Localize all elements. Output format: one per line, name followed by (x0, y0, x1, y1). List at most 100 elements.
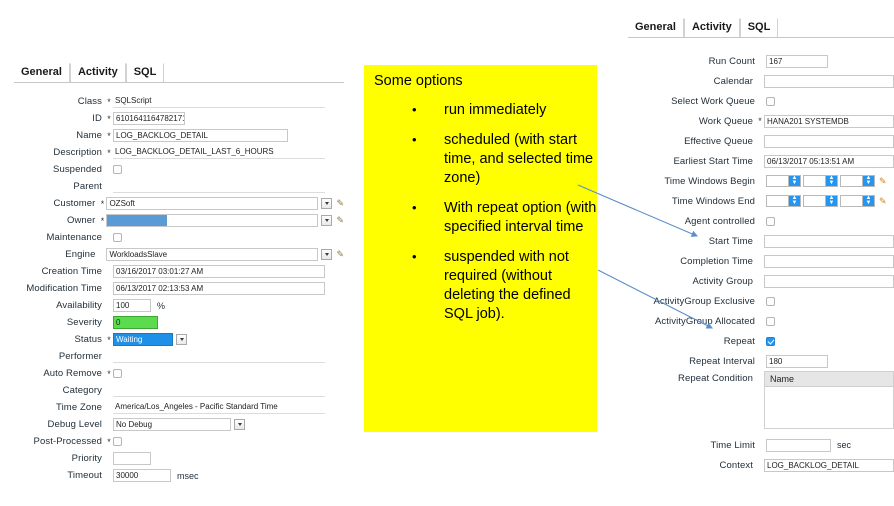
spinner-time-windows-end-1[interactable]: ▲ ▼ (766, 195, 801, 207)
spinner-arrows-icon[interactable]: ▲ ▼ (788, 175, 800, 186)
checkbox-auto-remove[interactable] (113, 369, 122, 378)
spinner-value[interactable] (767, 176, 788, 186)
callout-bullet-list: run immediately scheduled (with start ti… (364, 100, 597, 324)
field-row-customer: Customer * OZSoft ✎ (14, 195, 344, 212)
field-control-description: LOG_BACKLOG_DETAIL_LAST_6_HOURS (113, 146, 325, 159)
input-timeout[interactable]: 30000 (113, 469, 171, 482)
input-severity[interactable]: 0 (113, 316, 158, 329)
field-row-suspended: Suspended (14, 161, 344, 178)
input-availability[interactable]: 100 (113, 299, 151, 312)
activity-field-list: Run Count 167 Calendar Select Work Queue Wor… (628, 51, 894, 475)
field-row-time-zone: Time Zone America/Los_Angeles - Pacific S… (14, 399, 344, 416)
spinner-value[interactable] (767, 196, 788, 206)
unit-label-availability: % (157, 300, 166, 311)
checkbox-activitygroup-allocated[interactable] (766, 316, 775, 326)
tab-activity-left[interactable]: Activity (69, 63, 126, 82)
listbox-column-header[interactable]: Name (765, 372, 893, 387)
dropdown-arrow-icon-debug-level[interactable] (234, 419, 245, 430)
spinner-time-windows-begin-3[interactable]: ▲ ▼ (840, 175, 875, 187)
input-debug-level[interactable]: No Debug (113, 418, 231, 431)
field-control-owner: ✎ (106, 214, 344, 227)
spinner-time-windows-begin-1[interactable]: ▲ ▼ (766, 175, 801, 187)
spinner-arrows-icon[interactable]: ▲ ▼ (788, 195, 800, 206)
field-control-post-processed (113, 437, 122, 446)
field-control-category (113, 384, 325, 397)
input-class[interactable]: SQLScript (113, 95, 325, 108)
checkbox-select-work-queue[interactable] (766, 96, 775, 106)
field-control-completion-time (764, 254, 894, 268)
spinner-arrows-icon[interactable]: ▲ ▼ (862, 175, 874, 186)
input-category[interactable] (113, 384, 325, 397)
brush-icon[interactable]: ✎ (879, 176, 887, 187)
input-name[interactable]: LOG_BACKLOG_DETAIL (113, 129, 288, 142)
checkbox-post-processed[interactable] (113, 437, 122, 446)
spinner-value[interactable] (841, 176, 862, 186)
checkbox-repeat[interactable] (766, 336, 775, 346)
field-row-start-time: Start Time (628, 231, 894, 251)
tab-sql-left[interactable]: SQL (125, 63, 165, 82)
tab-general-right[interactable]: General (628, 18, 684, 37)
checkbox-agent-controlled[interactable] (766, 216, 775, 226)
field-row-earliest-start-time: Earliest Start Time 06/13/2017 05:13:51 A… (628, 151, 894, 171)
spinner-value[interactable] (804, 196, 825, 206)
input-repeat-interval[interactable]: 180 (766, 354, 828, 368)
input-parent[interactable] (113, 180, 325, 193)
dropdown-arrow-icon-owner[interactable] (321, 215, 333, 226)
input-status[interactable]: Waiting (113, 333, 173, 346)
input-engine[interactable]: WorkloadsSlave (106, 248, 319, 261)
activity-tab-panel: General Activity SQL Run Count 167 Calenda… (628, 18, 894, 475)
field-label-severity: Severity (66, 317, 102, 328)
checkbox-suspended[interactable] (113, 165, 122, 174)
dropdown-arrow-icon-status[interactable] (176, 334, 187, 345)
spinner-time-windows-end-3[interactable]: ▲ ▼ (840, 195, 875, 207)
field-row-performer: Performer (14, 348, 344, 365)
field-label-modification-time: Modification Time (26, 283, 102, 294)
input-time-limit[interactable] (766, 438, 831, 452)
spinner-arrows-icon[interactable]: ▲ ▼ (825, 195, 837, 206)
required-marker: * (107, 368, 111, 379)
dropdown-arrow-icon-customer[interactable] (321, 198, 333, 209)
field-control-status: Waiting (113, 333, 187, 346)
callout-bullet: With repeat option (with specified inter… (364, 198, 597, 237)
input-calendar[interactable] (764, 74, 894, 88)
checkbox-maintenance[interactable] (113, 233, 122, 242)
input-description[interactable]: LOG_BACKLOG_DETAIL_LAST_6_HOURS (113, 146, 325, 159)
spinner-arrows-icon[interactable]: ▲ ▼ (862, 195, 874, 206)
input-customer[interactable]: OZSoft (106, 197, 319, 210)
input-creation-time[interactable]: 03/16/2017 03:01:27 AM (113, 265, 325, 278)
dropdown-arrow-icon-engine[interactable] (321, 249, 333, 260)
field-label-time-windows-begin: Time Windows Begin (664, 175, 755, 187)
edit-pencil-icon-engine[interactable]: ✎ (336, 250, 344, 259)
field-label-activitygroup-exclusive: ActivityGroup Exclusive (653, 295, 755, 307)
input-time-zone[interactable]: America/Los_Angeles - Pacific Standard T… (113, 401, 325, 414)
tab-sql-right[interactable]: SQL (739, 18, 779, 37)
input-context[interactable]: LOG_BACKLOG_DETAIL (764, 458, 894, 472)
input-modification-time[interactable]: 06/13/2017 02:13:53 AM (113, 282, 325, 295)
field-label-select-work-queue: Select Work Queue (671, 95, 755, 107)
checkbox-activitygroup-exclusive[interactable] (766, 296, 775, 306)
callout-bullet: run immediately (364, 100, 597, 120)
input-completion-time[interactable] (764, 254, 894, 268)
input-owner[interactable] (106, 214, 319, 227)
input-start-time[interactable] (764, 234, 894, 248)
spinner-value[interactable] (841, 196, 862, 206)
input-earliest-start-time[interactable]: 06/13/2017 05:13:51 AM (764, 154, 894, 168)
spinner-arrows-icon[interactable]: ▲ ▼ (825, 175, 837, 186)
input-work-queue[interactable]: HANA201 SYSTEMDB (764, 114, 894, 128)
spinner-time-windows-begin-2[interactable]: ▲ ▼ (803, 175, 838, 187)
edit-pencil-icon-customer[interactable]: ✎ (336, 199, 344, 208)
input-id[interactable]: 6101641164782171 (113, 112, 185, 125)
tab-general-left[interactable]: General (14, 63, 70, 82)
input-performer[interactable] (113, 350, 325, 363)
spinner-value[interactable] (804, 176, 825, 186)
input-activity-group[interactable] (764, 274, 894, 288)
input-run-count[interactable]: 167 (766, 54, 828, 68)
spinner-time-windows-end-2[interactable]: ▲ ▼ (803, 195, 838, 207)
tab-activity-right[interactable]: Activity (683, 18, 740, 37)
field-control-calendar (764, 74, 894, 88)
input-priority[interactable] (113, 452, 151, 465)
brush-icon[interactable]: ✎ (879, 196, 887, 207)
input-effective-queue[interactable] (764, 134, 894, 148)
listbox-repeat-condition[interactable]: Name (764, 371, 894, 429)
edit-pencil-icon-owner[interactable]: ✎ (336, 216, 344, 225)
